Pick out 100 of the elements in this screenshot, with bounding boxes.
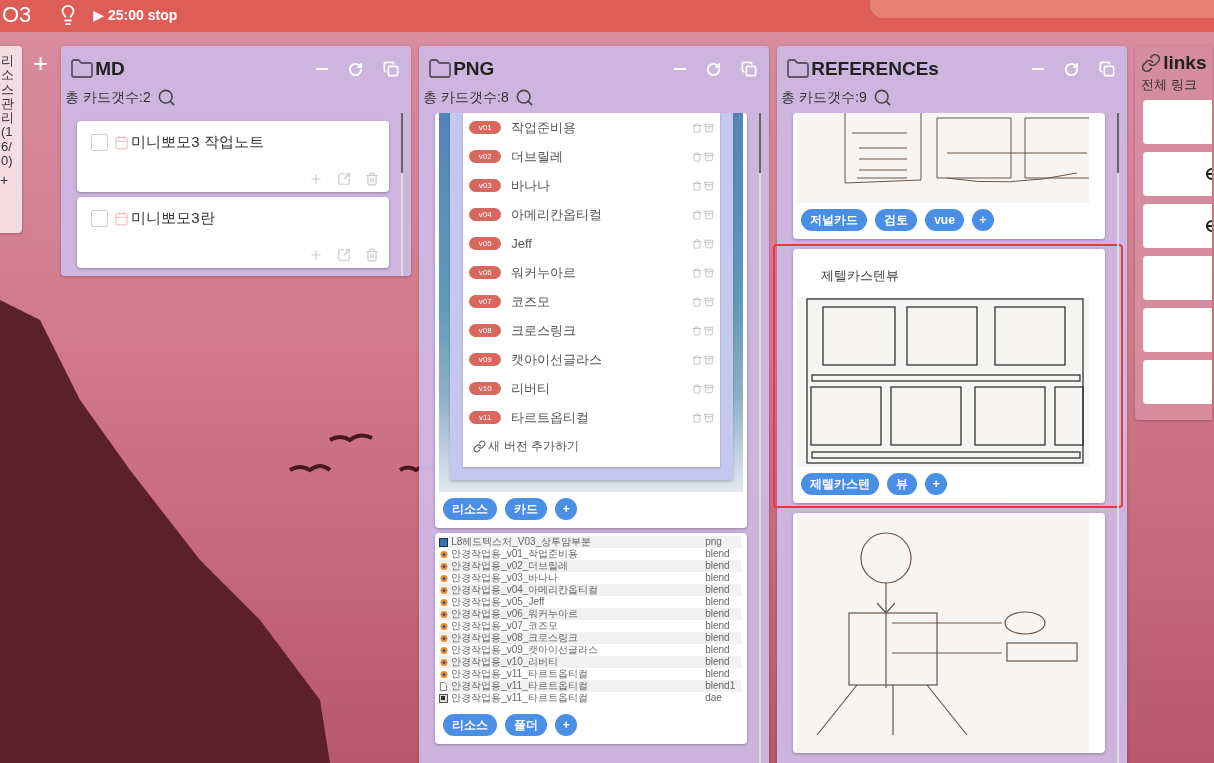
add-version-button[interactable]: 새 버전 추가하기 <box>473 438 579 455</box>
version-badge: v08 <box>469 324 502 337</box>
tag-chip[interactable]: 뷰 <box>887 473 918 495</box>
tag-chip[interactable]: 검토 <box>875 209 918 231</box>
file-type: blend <box>705 596 731 608</box>
archive-icon <box>704 354 715 365</box>
version-badge: v09 <box>469 353 502 366</box>
version-badge: v03 <box>469 179 502 192</box>
search-field[interactable] <box>870 0 1214 18</box>
cards-button[interactable] <box>1099 61 1116 77</box>
trash-icon <box>692 296 703 307</box>
tag-chip[interactable]: 카드 <box>505 498 548 520</box>
add-button[interactable] <box>309 172 324 186</box>
version-name: 리버티 <box>511 379 552 398</box>
scrollbar[interactable] <box>401 113 404 276</box>
file-name: 안경작업용_v04_아메리칸옵티컬 <box>451 583 600 597</box>
file-name: 안경작업용_v02_더브릴레 <box>451 559 570 573</box>
cards-button[interactable] <box>741 61 758 77</box>
scrollbar[interactable] <box>1117 113 1120 763</box>
open-button[interactable] <box>337 248 352 262</box>
file-name: 안경작업용_v11_타르트옵티컬 <box>451 679 589 693</box>
archive-icon <box>704 151 715 162</box>
file-name: 안경작업용_v08_크로스링크 <box>451 631 580 645</box>
version-badge: v04 <box>469 208 502 221</box>
version-name: 아메리칸옵티컬 <box>511 205 604 224</box>
link-icon <box>1141 53 1162 73</box>
link-card[interactable] <box>1143 152 1213 196</box>
folder-icon <box>428 57 453 81</box>
column-title: links <box>1163 52 1207 74</box>
card-title: 미니뽀모3 작업노트 <box>131 133 264 152</box>
folder-icon <box>70 57 95 81</box>
version-badge: v02 <box>469 150 502 163</box>
tag-chip[interactable]: 제텔카스텐 <box>801 473 880 495</box>
trash-icon <box>692 412 703 423</box>
version-name: 더브릴레 <box>511 147 565 166</box>
file-type: png <box>705 536 723 548</box>
add-tag-button[interactable]: + <box>555 498 578 520</box>
minimize-button[interactable] <box>674 68 687 70</box>
archive-icon <box>704 267 715 278</box>
tag-chip[interactable]: 리소스 <box>443 714 498 736</box>
reference-card[interactable]: 저널카드 검토 vue + <box>793 113 1106 239</box>
tag-chip[interactable]: 리소스 <box>443 498 498 520</box>
tag-chip[interactable]: vue <box>925 209 964 231</box>
file-type: blend <box>705 668 731 680</box>
add-button[interactable]: + <box>0 172 9 189</box>
column-title: PNG <box>453 58 496 80</box>
search-button[interactable] <box>872 88 892 107</box>
refresh-button[interactable] <box>348 61 364 77</box>
card-count: 총 카드갯수:8 <box>423 88 509 107</box>
file-name: 안경작업용_v03_바나나 <box>451 571 560 585</box>
scrollbar[interactable] <box>759 113 762 763</box>
version-badge: v01 <box>469 121 502 134</box>
timer-button[interactable]: ▶ 25:00 stop <box>93 7 178 23</box>
refresh-button[interactable] <box>1064 61 1080 77</box>
calendar-icon <box>114 135 130 150</box>
trash-icon <box>692 209 703 220</box>
archive-icon <box>704 180 715 191</box>
refresh-button[interactable] <box>706 61 722 77</box>
tag-chip[interactable]: 저널카드 <box>801 209 868 231</box>
add-button[interactable] <box>309 248 324 262</box>
archive-icon <box>704 383 715 394</box>
trash-icon <box>692 383 703 394</box>
minimize-button[interactable] <box>1032 68 1045 70</box>
version-badge: v05 <box>469 237 502 250</box>
delete-button[interactable] <box>365 248 380 262</box>
file-name: 안경작업용_v10_리버티 <box>451 655 560 669</box>
checkbox[interactable] <box>91 134 109 151</box>
cards-button[interactable] <box>383 61 400 77</box>
add-tag-button[interactable]: + <box>971 209 994 231</box>
file-type: blend <box>705 608 731 620</box>
note-card[interactable]: 미니뽀모3 작업노트 <box>77 121 390 192</box>
minimize-button[interactable] <box>316 68 329 70</box>
trash-icon <box>692 151 703 162</box>
file-type: blend <box>705 560 731 572</box>
delete-button[interactable] <box>365 172 380 186</box>
search-button[interactable] <box>514 88 534 107</box>
version-badge: v10 <box>469 382 502 395</box>
checkbox[interactable] <box>91 210 109 227</box>
column-title: REFERENCEs <box>811 58 940 80</box>
search-button[interactable] <box>156 88 176 107</box>
add-column-button[interactable]: + <box>33 52 49 74</box>
file-type: dae <box>705 692 723 704</box>
column-title: MD <box>95 58 126 80</box>
archive-icon <box>704 122 715 133</box>
model-file-icon <box>439 693 449 703</box>
version-name: 워커누아르 <box>511 263 578 282</box>
link-icon <box>1204 167 1213 181</box>
file-type: blend <box>705 644 731 656</box>
link-card[interactable] <box>1143 204 1213 248</box>
file-name: 안경작업용_v01_작업준비용 <box>451 547 580 561</box>
add-tag-button[interactable]: + <box>555 714 578 736</box>
add-tag-button[interactable]: + <box>925 473 948 495</box>
tag-chip[interactable]: 폴더 <box>505 714 548 736</box>
version-name: 크로스링크 <box>511 321 578 340</box>
file-type: blend <box>705 548 731 560</box>
note-card[interactable]: 미니뽀모3란 <box>77 197 390 268</box>
reference-card[interactable]: 제텔카스텐뷰 제텔카스텐 뷰 + <box>793 249 1106 503</box>
version-name: 바나나 <box>511 176 552 195</box>
file-name: 안경작업용_v11_타르트옵티컬 <box>451 691 589 705</box>
open-button[interactable] <box>337 172 352 186</box>
